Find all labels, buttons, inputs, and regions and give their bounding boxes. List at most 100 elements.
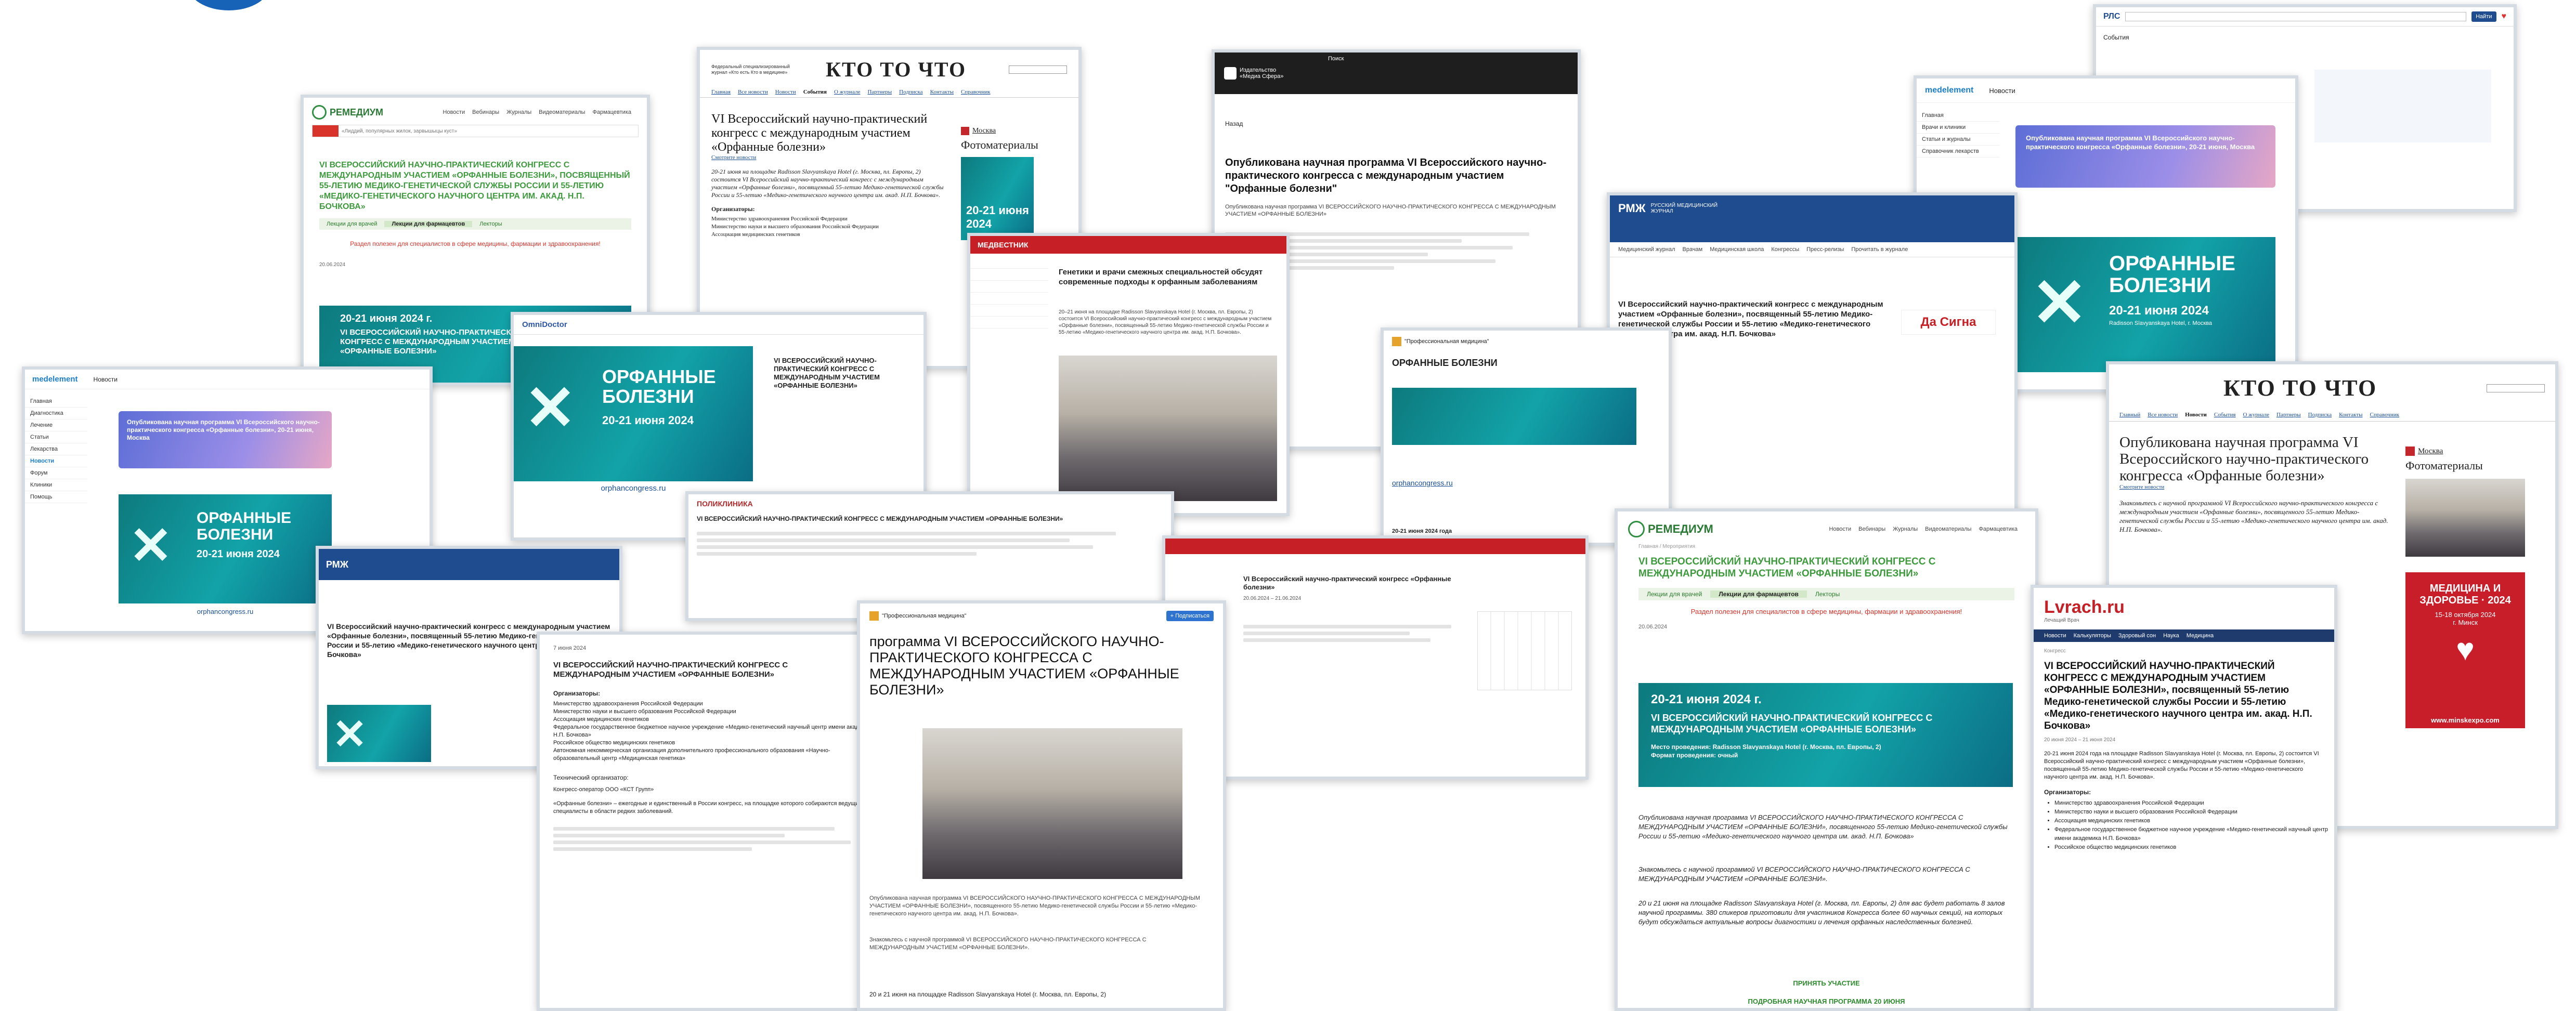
- menu-item[interactable]: Форум: [25, 467, 87, 479]
- nav-journals[interactable]: Журналы: [506, 109, 531, 115]
- nav-home[interactable]: Главная: [711, 89, 731, 95]
- profmed-label[interactable]: "Профессиональная медицина": [1404, 338, 1489, 345]
- nav-subscribe[interactable]: Подписка: [2308, 412, 2332, 418]
- heart-icon[interactable]: ♥: [2502, 12, 2507, 21]
- promo-card[interactable]: Опубликована научная программа VI Всерос…: [119, 411, 332, 468]
- search-button[interactable]: Найти: [2471, 11, 2496, 22]
- nav-video[interactable]: Видеоматериалы: [1925, 526, 1971, 532]
- medelement-logo[interactable]: medelement: [32, 375, 78, 384]
- nav-news[interactable]: Новости: [1829, 526, 1852, 532]
- more-news-link[interactable]: Смотрите новости: [2119, 484, 2390, 490]
- polyclinic-logo[interactable]: ПОЛИКЛИНИКА: [688, 494, 1171, 513]
- expo-ad[interactable]: МЕДИЦИНА И ЗДОРОВЬЕ · 2024 15-18 октября…: [2405, 572, 2525, 728]
- breadcrumb[interactable]: Главная / Мероприятия: [1618, 542, 2035, 552]
- nav-subscribe[interactable]: Подписка: [899, 89, 922, 95]
- nav-contacts[interactable]: Контакты: [2339, 412, 2362, 418]
- nav-science[interactable]: Наука: [2163, 633, 2179, 639]
- medvestnik-logo[interactable]: МЕДВЕСТНИК: [978, 241, 1028, 249]
- nav-journals[interactable]: Журналы: [1893, 526, 1918, 532]
- nav-events[interactable]: События: [2214, 412, 2236, 418]
- photo-thumbnail[interactable]: [2405, 479, 2525, 557]
- promo-card[interactable]: Опубликована научная программа VI Всерос…: [2015, 125, 2275, 188]
- search-label[interactable]: Поиск: [1328, 56, 1344, 62]
- search-input[interactable]: [1009, 65, 1067, 74]
- calendar-widget[interactable]: [1477, 611, 1572, 690]
- menu-home[interactable]: Главная: [1917, 110, 2000, 122]
- nav-doctors[interactable]: Врачам: [1683, 246, 1703, 253]
- search-input[interactable]: [2487, 384, 2545, 392]
- back-link[interactable]: Назад: [1225, 120, 1243, 127]
- medelement-logo[interactable]: medelement: [1925, 86, 1973, 95]
- more-news-link[interactable]: Смотрите новости: [711, 154, 945, 161]
- nav-events[interactable]: События: [803, 89, 827, 95]
- menu-doctors[interactable]: Врачи и клиники: [1917, 122, 2000, 134]
- menu-item[interactable]: Диагностика: [25, 408, 87, 419]
- subscribe-button[interactable]: + Подписаться: [1166, 611, 1214, 621]
- nav-webinars[interactable]: Вебинары: [472, 109, 499, 115]
- nav-calc[interactable]: Калькуляторы: [2074, 633, 2111, 639]
- program-link[interactable]: ПОДРОБНАЯ НАУЧНАЯ ПРОГРАММА 20 ИЮНЯ: [1618, 997, 2035, 1005]
- remedium-logo[interactable]: РЕМЕДИУМ: [330, 107, 383, 118]
- promo-area[interactable]: [2314, 70, 2491, 142]
- nav-pharma[interactable]: Фармацевтика: [592, 109, 631, 115]
- tab-lecturers[interactable]: Лекторы: [1807, 590, 1848, 598]
- publisher-name[interactable]: Издательство «Медиа Сфера»: [1240, 67, 1286, 80]
- tab-pharmacists[interactable]: Лекции для фармацевтов: [384, 221, 473, 227]
- photo-thumbnail[interactable]: 20-21 июня 2024: [961, 157, 1034, 240]
- tab-pharmacists[interactable]: Лекции для фармацевтов: [1710, 590, 1807, 598]
- nav-medicine[interactable]: Медицина: [2187, 633, 2214, 639]
- menu-item[interactable]: Главная: [25, 396, 87, 408]
- nav-news[interactable]: Новости: [2185, 412, 2207, 418]
- nav-school[interactable]: Медицинская школа: [1710, 246, 1764, 253]
- nav-journal[interactable]: Медицинский журнал: [1618, 246, 1675, 253]
- kto-logo[interactable]: КТО ТО ЧТО: [2223, 375, 2377, 401]
- search-input[interactable]: [2125, 12, 2467, 21]
- nav-about[interactable]: О журнале: [2243, 412, 2269, 418]
- nav-webinars[interactable]: Вебинары: [1858, 526, 1885, 532]
- nav-directory[interactable]: Справочник: [2370, 412, 2400, 418]
- nav-contacts[interactable]: Контакты: [930, 89, 954, 95]
- rmj-logo[interactable]: РМЖ: [1618, 202, 1646, 215]
- site-link[interactable]: orphancongress.ru: [119, 608, 332, 615]
- nav-pharma[interactable]: Фармацевтика: [1979, 526, 2018, 532]
- nav-home[interactable]: Главный: [2119, 412, 2140, 418]
- nav-partners[interactable]: Партнеры: [2276, 412, 2301, 418]
- city-link[interactable]: Москва: [2418, 447, 2443, 456]
- menu-drugs[interactable]: Справочник лекарств: [1917, 146, 2000, 157]
- nav-all-news[interactable]: Все новости: [738, 89, 768, 95]
- menu-item-active[interactable]: Новости: [25, 455, 87, 467]
- remedium-logo[interactable]: РЕМЕДИУМ: [1648, 522, 1713, 536]
- tab-lecturers[interactable]: Лекторы: [472, 221, 509, 227]
- tab-doctors[interactable]: Лекции для врачей: [319, 221, 384, 227]
- nav-press[interactable]: Пресс-релизы: [1806, 246, 1844, 253]
- menu-item[interactable]: Статьи: [25, 431, 87, 443]
- menu-item[interactable]: Помощь: [25, 491, 87, 503]
- menu-item[interactable]: Клиники: [25, 479, 87, 491]
- menu-item[interactable]: Лечение: [25, 419, 87, 431]
- nav-partners[interactable]: Партнеры: [867, 89, 892, 95]
- city-link[interactable]: Москва: [972, 127, 996, 135]
- nav-about[interactable]: О журнале: [834, 89, 861, 95]
- kto-logo[interactable]: КТО ТО ЧТО: [826, 57, 966, 82]
- lvrach-logo[interactable]: Lvrach.ru: [2044, 597, 2324, 618]
- nav-news[interactable]: Новости: [775, 89, 796, 95]
- sidebar-ad[interactable]: Да Сигна: [1901, 310, 1996, 335]
- menu-item[interactable]: Лекарства: [25, 443, 87, 455]
- menu-articles[interactable]: Статьи и журналы: [1917, 134, 2000, 146]
- nav-news[interactable]: Новости: [2044, 633, 2066, 639]
- omnidoctor-logo[interactable]: OmniDoctor: [522, 320, 567, 329]
- rmj-logo[interactable]: РМЖ: [319, 559, 348, 570]
- tab-doctors[interactable]: Лекции для врачей: [1638, 590, 1710, 598]
- search-input[interactable]: «Лиддий, популярных жилок, зарвышыцы кус…: [339, 128, 457, 134]
- nav-read[interactable]: Прочитать в журнале: [1851, 246, 1908, 253]
- nav-all-news[interactable]: Все новости: [2148, 412, 2178, 418]
- site-link[interactable]: orphancongress.ru: [1392, 479, 1453, 487]
- profmed-label[interactable]: "Профессиональная медицина": [882, 613, 967, 619]
- nav-video[interactable]: Видеоматериалы: [539, 109, 585, 115]
- search-filter-button[interactable]: [313, 125, 339, 137]
- rls-logo[interactable]: РЛС: [2103, 12, 2120, 21]
- nav-news[interactable]: Новости: [443, 109, 465, 115]
- participate-link[interactable]: ПРИНЯТЬ УЧАСТИЕ: [1618, 979, 2035, 987]
- breadcrumb[interactable]: Конгресс: [2034, 642, 2334, 654]
- nav-sleep[interactable]: Здоровый сон: [2118, 633, 2156, 639]
